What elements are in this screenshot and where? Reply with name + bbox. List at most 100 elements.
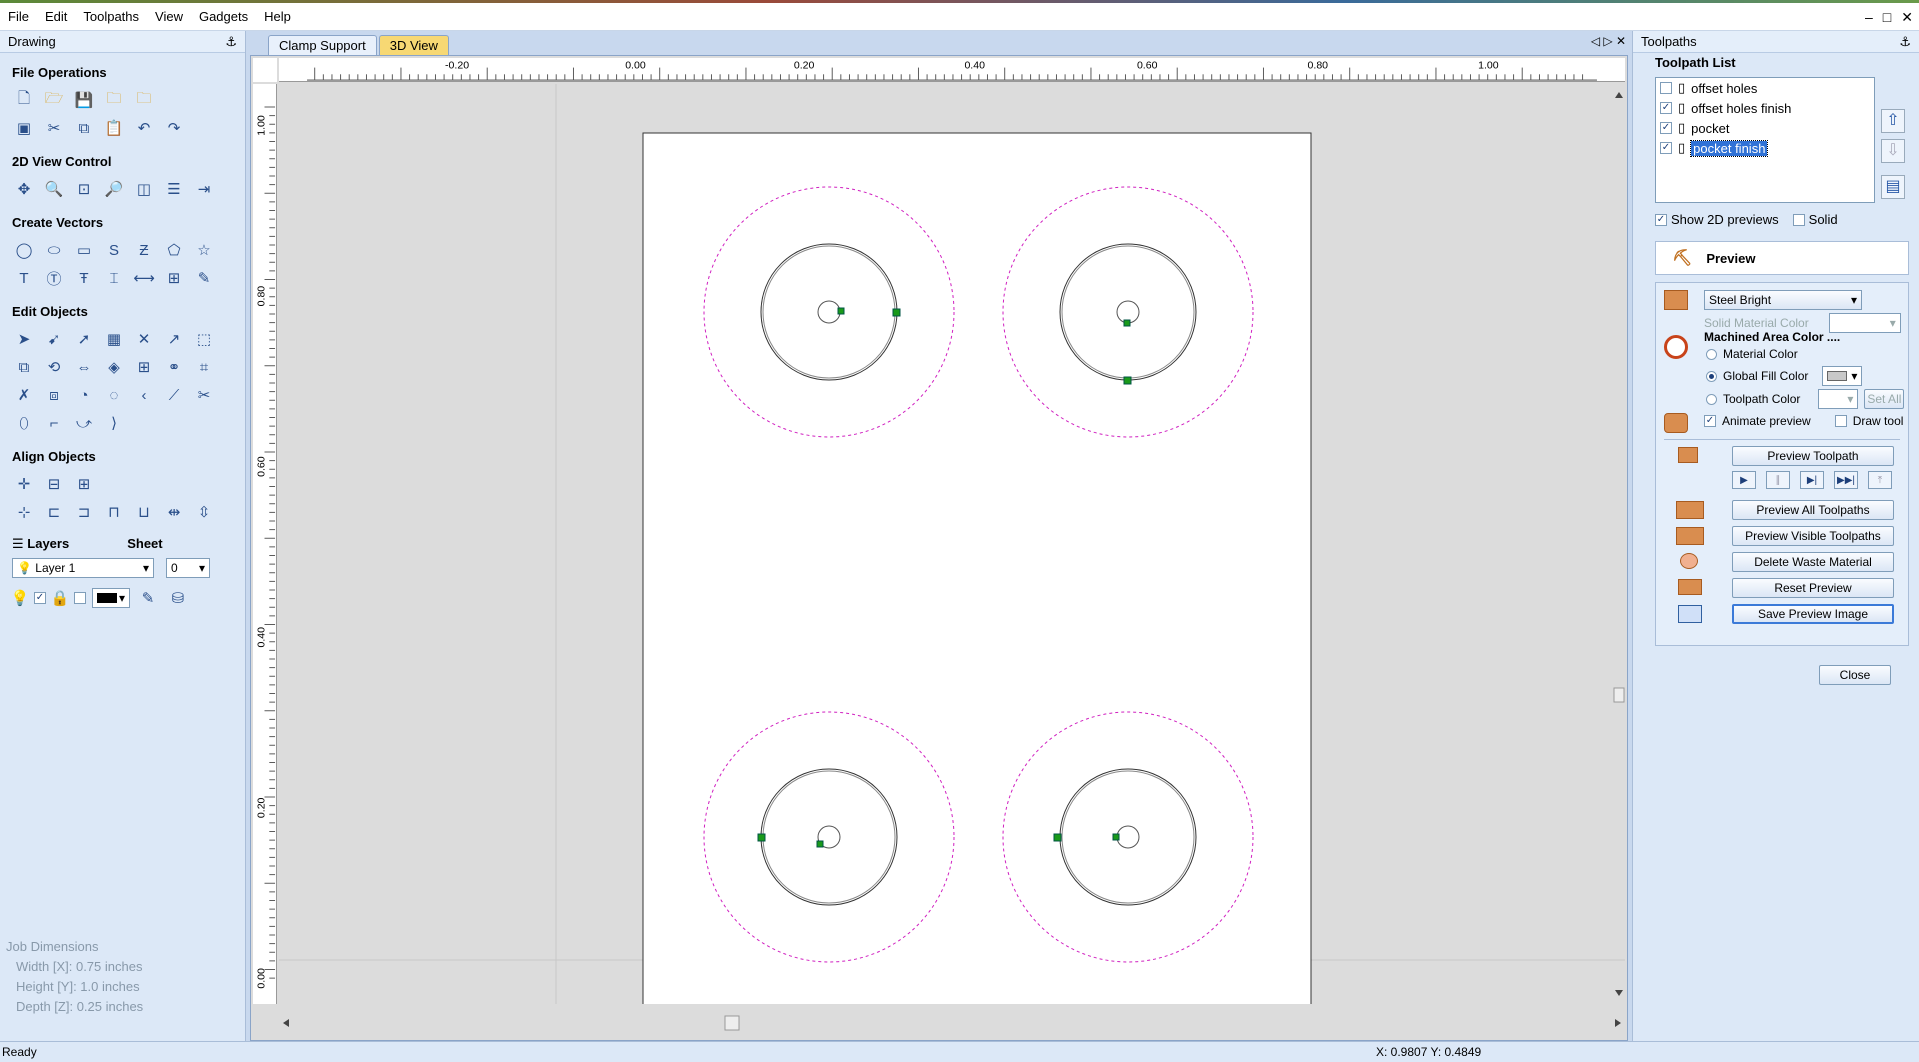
- material-color-radio[interactable]: [1706, 348, 1717, 360]
- align-bottom-icon[interactable]: ⊔: [132, 500, 156, 524]
- weld-icon[interactable]: ⌗: [192, 355, 216, 379]
- lock-icon[interactable]: 🔒: [51, 586, 70, 610]
- text-arc-icon[interactable]: ⌶: [102, 266, 126, 290]
- trim-icon[interactable]: ✗: [12, 383, 36, 407]
- select-icon[interactable]: ➤: [12, 327, 36, 351]
- global-fill-color-select[interactable]: ▾: [1822, 366, 1863, 386]
- nest-icon[interactable]: ⚭: [162, 355, 186, 379]
- job-setup-icon[interactable]: ▣: [12, 116, 36, 140]
- copy-icon[interactable]: ⧉: [72, 116, 96, 140]
- toolpath-checkbox[interactable]: ✓: [1660, 142, 1672, 154]
- text-on-curve-icon[interactable]: Ŧ: [72, 266, 96, 290]
- split-view-icon[interactable]: ◫: [132, 177, 156, 201]
- space-vertical-icon[interactable]: ⇳: [192, 500, 216, 524]
- polygon-icon[interactable]: ⬠: [162, 238, 186, 262]
- cut-icon[interactable]: ✂: [42, 116, 66, 140]
- maximize-icon[interactable]: □: [1883, 9, 1891, 25]
- toolpath-checkbox[interactable]: ✓: [1660, 122, 1672, 134]
- boundary-icon[interactable]: ⬯: [12, 411, 36, 435]
- node-edit-icon[interactable]: ➹: [42, 327, 66, 351]
- show-2d-checkbox[interactable]: ✓: [1655, 213, 1667, 226]
- stop-icon[interactable]: ⤒: [1868, 471, 1892, 489]
- tab-3d-view[interactable]: 3D View: [378, 35, 449, 55]
- tab-clamp-support[interactable]: Clamp Support: [268, 35, 377, 55]
- ruler-left[interactable]: 1.00 0.80 0.60 0.40 0.20 0.00: [253, 84, 277, 1004]
- pause-icon[interactable]: ∥: [1766, 471, 1790, 489]
- pin-icon[interactable]: ⚓: [1899, 34, 1911, 50]
- menu-gadgets[interactable]: Gadgets: [191, 3, 256, 31]
- rotate-icon[interactable]: ⟲: [42, 355, 66, 379]
- zoom-extents-icon[interactable]: ⊡: [72, 177, 96, 201]
- paste-icon[interactable]: 📋: [102, 116, 126, 140]
- import-bitmap-icon[interactable]: 🗀: [132, 88, 156, 112]
- curve-icon[interactable]: Ƶ: [132, 238, 156, 262]
- set-all-button[interactable]: Set All: [1864, 389, 1905, 409]
- join-icon[interactable]: ⧈: [42, 383, 66, 407]
- fillet-icon[interactable]: ◌: [102, 383, 126, 407]
- solid-checkbox[interactable]: [1792, 213, 1805, 226]
- save-icon[interactable]: 💾: [72, 88, 96, 112]
- toolpath-checkbox[interactable]: [1660, 82, 1672, 94]
- align-all-icon[interactable]: ⊹: [12, 500, 36, 524]
- align-top-icon[interactable]: ⊓: [102, 500, 126, 524]
- preview-header[interactable]: ⛏ Preview: [1655, 241, 1909, 275]
- tab-controls[interactable]: ◁ ▷ ✕: [1591, 34, 1626, 48]
- menu-view[interactable]: View: [147, 3, 191, 31]
- table-icon[interactable]: ⊞: [162, 266, 186, 290]
- import-icon[interactable]: 🗀: [102, 88, 126, 112]
- transform-icon[interactable]: ➚: [72, 327, 96, 351]
- horizontal-scrollbar[interactable]: [279, 1008, 1625, 1038]
- offset-icon[interactable]: ◔: [72, 383, 96, 407]
- delete-waste-button[interactable]: Delete Waste Material: [1732, 552, 1894, 572]
- ungroup-icon[interactable]: ✕: [132, 327, 156, 351]
- circle-icon[interactable]: ◯: [12, 238, 36, 262]
- scissors-icon[interactable]: ✂: [192, 383, 216, 407]
- dimension-icon[interactable]: ⟷: [132, 266, 156, 290]
- bulb-icon[interactable]: 💡: [11, 586, 30, 610]
- toolpath-summary-icon[interactable]: ▤: [1881, 175, 1905, 199]
- toolpath-item[interactable]: ▯ offset holes: [1656, 78, 1874, 98]
- toolpath-item-selected[interactable]: ✓ ▯ pocket finish: [1656, 138, 1874, 158]
- undo-icon[interactable]: ↶: [132, 116, 156, 140]
- toggle-view-icon[interactable]: ⇥: [192, 177, 216, 201]
- star-icon[interactable]: ☆: [192, 238, 216, 262]
- move-down-icon[interactable]: ⇩: [1881, 139, 1905, 163]
- align-left-icon[interactable]: ⊏: [42, 500, 66, 524]
- preview-toolpath-button[interactable]: Preview Toolpath: [1732, 446, 1894, 466]
- curve-fit-icon[interactable]: ⟋: [162, 383, 186, 407]
- text-box-icon[interactable]: Ⓣ: [42, 266, 66, 290]
- drawing-canvas[interactable]: [279, 84, 1625, 1004]
- scale-icon[interactable]: ⬚: [192, 327, 216, 351]
- close-icon[interactable]: ✕: [1901, 9, 1913, 26]
- toolpath-color-radio[interactable]: [1706, 393, 1717, 405]
- global-fill-color-radio[interactable]: [1706, 370, 1717, 382]
- zoom-icon[interactable]: 🔍: [42, 177, 66, 201]
- step-icon[interactable]: ▶|: [1800, 471, 1824, 489]
- chamfer-icon[interactable]: ‹: [132, 383, 156, 407]
- fast-forward-icon[interactable]: ▶▶|: [1834, 471, 1858, 489]
- layer-manager-icon[interactable]: ⛁: [166, 586, 190, 610]
- align-right-icon[interactable]: ⊐: [72, 500, 96, 524]
- save-preview-image-button[interactable]: Save Preview Image: [1732, 604, 1894, 624]
- sheet-select[interactable]: 0 ▾: [166, 558, 210, 578]
- animate-preview-checkbox[interactable]: ✓: [1704, 415, 1716, 427]
- layer-select[interactable]: 💡 Layer 1 ▾: [12, 558, 154, 578]
- smooth-icon[interactable]: ⤻: [72, 411, 96, 435]
- layout-view-icon[interactable]: ☰: [162, 177, 186, 201]
- space-horizontal-icon[interactable]: ⇹: [162, 500, 186, 524]
- move-up-icon[interactable]: ⇧: [1881, 109, 1905, 133]
- reset-preview-button[interactable]: Reset Preview: [1732, 578, 1894, 598]
- minimize-icon[interactable]: –: [1865, 9, 1873, 25]
- layer-properties-icon[interactable]: ✎: [136, 586, 160, 610]
- preview-all-button[interactable]: Preview All Toolpaths: [1732, 500, 1894, 520]
- layer-lock-checkbox[interactable]: [74, 592, 86, 604]
- layer-color-select[interactable]: ▾: [92, 588, 130, 608]
- preview-visible-button[interactable]: Preview Visible Toolpaths: [1732, 526, 1894, 546]
- align-center-y-icon[interactable]: ⊞: [72, 472, 96, 496]
- material-sheet[interactable]: [642, 132, 1312, 1004]
- menu-toolpaths[interactable]: Toolpaths: [75, 3, 147, 31]
- material-select[interactable]: Steel Bright ▾: [1704, 290, 1862, 310]
- redo-icon[interactable]: ↷: [162, 116, 186, 140]
- pin-icon[interactable]: ⚓: [225, 34, 237, 50]
- close-button[interactable]: Close: [1819, 665, 1891, 685]
